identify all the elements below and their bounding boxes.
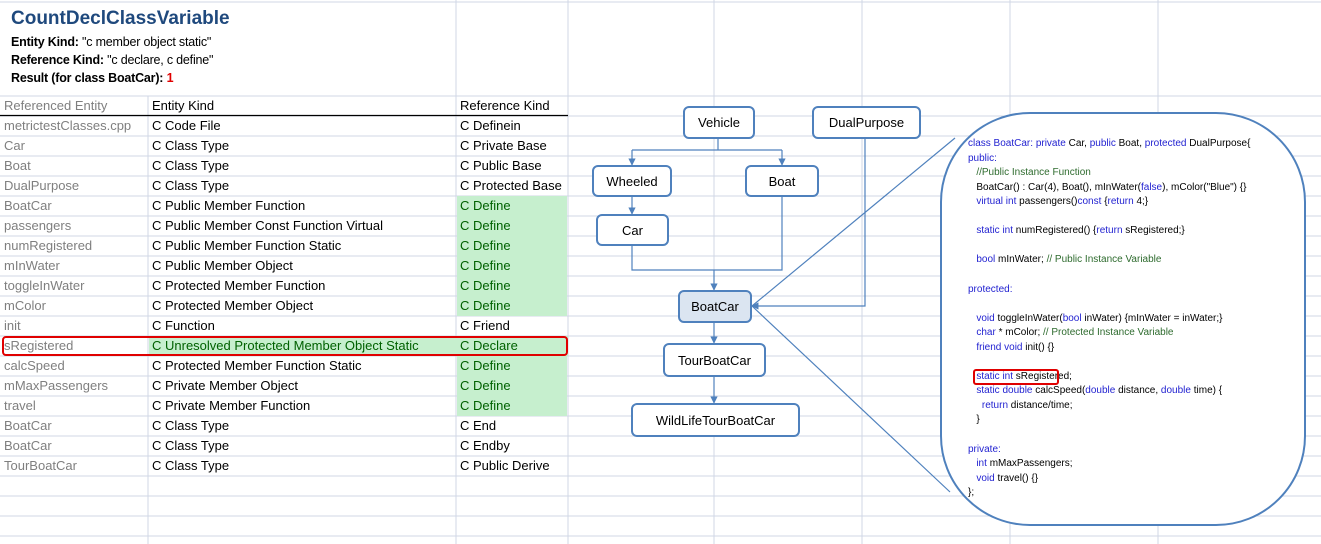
code-line: void toggleInWater(bool inWater) {mInWat… bbox=[968, 313, 1222, 324]
highlight-sregistered-code bbox=[973, 369, 1059, 385]
code-token: //Public Instance Function bbox=[968, 167, 1091, 179]
code-token: * mColor; bbox=[998, 327, 1044, 339]
code-token: DualPurpose{ bbox=[1189, 138, 1251, 149]
code-token: protected bbox=[1144, 138, 1190, 149]
code-token: inWater) {mInWater = inWater;} bbox=[1084, 312, 1223, 324]
code-token: return bbox=[1096, 225, 1126, 237]
edge-vehicle-split bbox=[632, 139, 782, 151]
code-token: int bbox=[968, 458, 990, 470]
code-line bbox=[968, 356, 971, 367]
node-boat[interactable]: Boat bbox=[745, 165, 819, 197]
code-token: distance, bbox=[1118, 385, 1161, 397]
code-line: static double calcSpeed(double distance,… bbox=[968, 385, 1222, 396]
code-token: mMaxPassengers; bbox=[989, 458, 1073, 470]
code-token: static int bbox=[968, 225, 1016, 237]
code-token: }; bbox=[968, 487, 975, 499]
code-token: false bbox=[1141, 181, 1163, 193]
code-token: return bbox=[968, 399, 1011, 411]
code-token: 4;} bbox=[1136, 196, 1149, 208]
code-token: // Protected Instance Variable bbox=[1043, 327, 1174, 339]
code-token: static double bbox=[968, 385, 1036, 397]
code-token: mInWater; bbox=[998, 254, 1047, 266]
edge-boat-boatcar bbox=[714, 197, 783, 271]
code-token: return bbox=[1107, 196, 1137, 208]
code-token: public: bbox=[968, 152, 997, 164]
node-vehicle[interactable]: Vehicle bbox=[683, 106, 755, 139]
code-token: private: bbox=[968, 443, 1001, 455]
code-token: Car, bbox=[1068, 138, 1090, 149]
code-token: distance/time; bbox=[1010, 399, 1073, 411]
code-token: ), mColor("Blue") {} bbox=[1162, 181, 1247, 193]
code-line: friend void init() {} bbox=[968, 342, 1054, 353]
code-token: double bbox=[1160, 385, 1194, 397]
code-token: time) { bbox=[1193, 385, 1223, 397]
node-wildlifetourboatcar[interactable]: WildLifeTourBoatCar bbox=[631, 403, 800, 437]
code-line: virtual int passengers()const {return 4;… bbox=[968, 196, 1148, 207]
code-token: passengers() bbox=[1019, 196, 1078, 208]
code-token: void bbox=[968, 472, 998, 484]
code-token: // Public Instance Variable bbox=[1046, 254, 1162, 266]
code-token: void bbox=[968, 312, 998, 324]
code-token: BoatCar() : Car(4), Boat(), mInWater( bbox=[968, 181, 1141, 193]
code-line: bool mInWater; // Public Instance Variab… bbox=[968, 254, 1161, 265]
node-car[interactable]: Car bbox=[596, 214, 669, 246]
code-token: init() {} bbox=[1025, 341, 1055, 353]
code-line: } bbox=[968, 414, 980, 426]
code-token: char bbox=[968, 327, 999, 339]
code-token: bool bbox=[968, 254, 999, 266]
code-token: class BoatCar: bbox=[968, 138, 1036, 149]
code-line: BoatCar() : Car(4), Boat(), mInWater(fal… bbox=[968, 182, 1246, 193]
code-line: public: bbox=[968, 153, 997, 164]
node-dualpurpose[interactable]: DualPurpose bbox=[812, 106, 921, 139]
code-line bbox=[968, 211, 971, 222]
code-token: public bbox=[1089, 138, 1119, 149]
code-line bbox=[968, 240, 971, 251]
node-boatcar[interactable]: BoatCar bbox=[678, 290, 752, 323]
code-token: sRegistered;} bbox=[1125, 225, 1185, 237]
code-token: protected: bbox=[968, 283, 1013, 295]
edge-car-boatcar bbox=[631, 246, 714, 271]
node-tourboatcar[interactable]: TourBoatCar bbox=[663, 343, 766, 377]
code-token: virtual int bbox=[968, 196, 1020, 208]
code-line: char * mColor; // Protected Instance Var… bbox=[968, 327, 1173, 338]
code-line bbox=[968, 298, 971, 309]
code-line: }; bbox=[968, 487, 974, 498]
code-token: bool bbox=[1062, 312, 1085, 324]
code-token: travel() {} bbox=[997, 472, 1039, 484]
callout-line-bottom bbox=[751, 305, 951, 493]
code-line: protected: bbox=[968, 284, 1012, 295]
code-token: calcSpeed( bbox=[1035, 385, 1086, 397]
code-line: return distance/time; bbox=[968, 400, 1073, 411]
code-line bbox=[968, 269, 971, 280]
code-token: friend void bbox=[968, 341, 1026, 353]
code-line: class BoatCar: private Car, public Boat,… bbox=[968, 138, 1250, 149]
code-line: void travel() {} bbox=[968, 473, 1038, 484]
code-token: const bbox=[1077, 196, 1105, 208]
code-token: toggleInWater( bbox=[997, 312, 1063, 324]
code-line bbox=[968, 429, 971, 440]
code-token: Boat, bbox=[1118, 138, 1145, 149]
code-token: private bbox=[1035, 138, 1069, 149]
code-token: } bbox=[968, 414, 980, 426]
code-line: private: bbox=[968, 444, 1001, 455]
code-line: static int numRegistered() {return sRegi… bbox=[968, 225, 1185, 237]
code-token: numRegistered() { bbox=[1015, 225, 1097, 237]
code-line: //Public Instance Function bbox=[968, 167, 1091, 178]
code-token: double bbox=[1085, 385, 1119, 397]
node-wheeled[interactable]: Wheeled bbox=[592, 165, 672, 197]
code-line: int mMaxPassengers; bbox=[968, 458, 1073, 470]
